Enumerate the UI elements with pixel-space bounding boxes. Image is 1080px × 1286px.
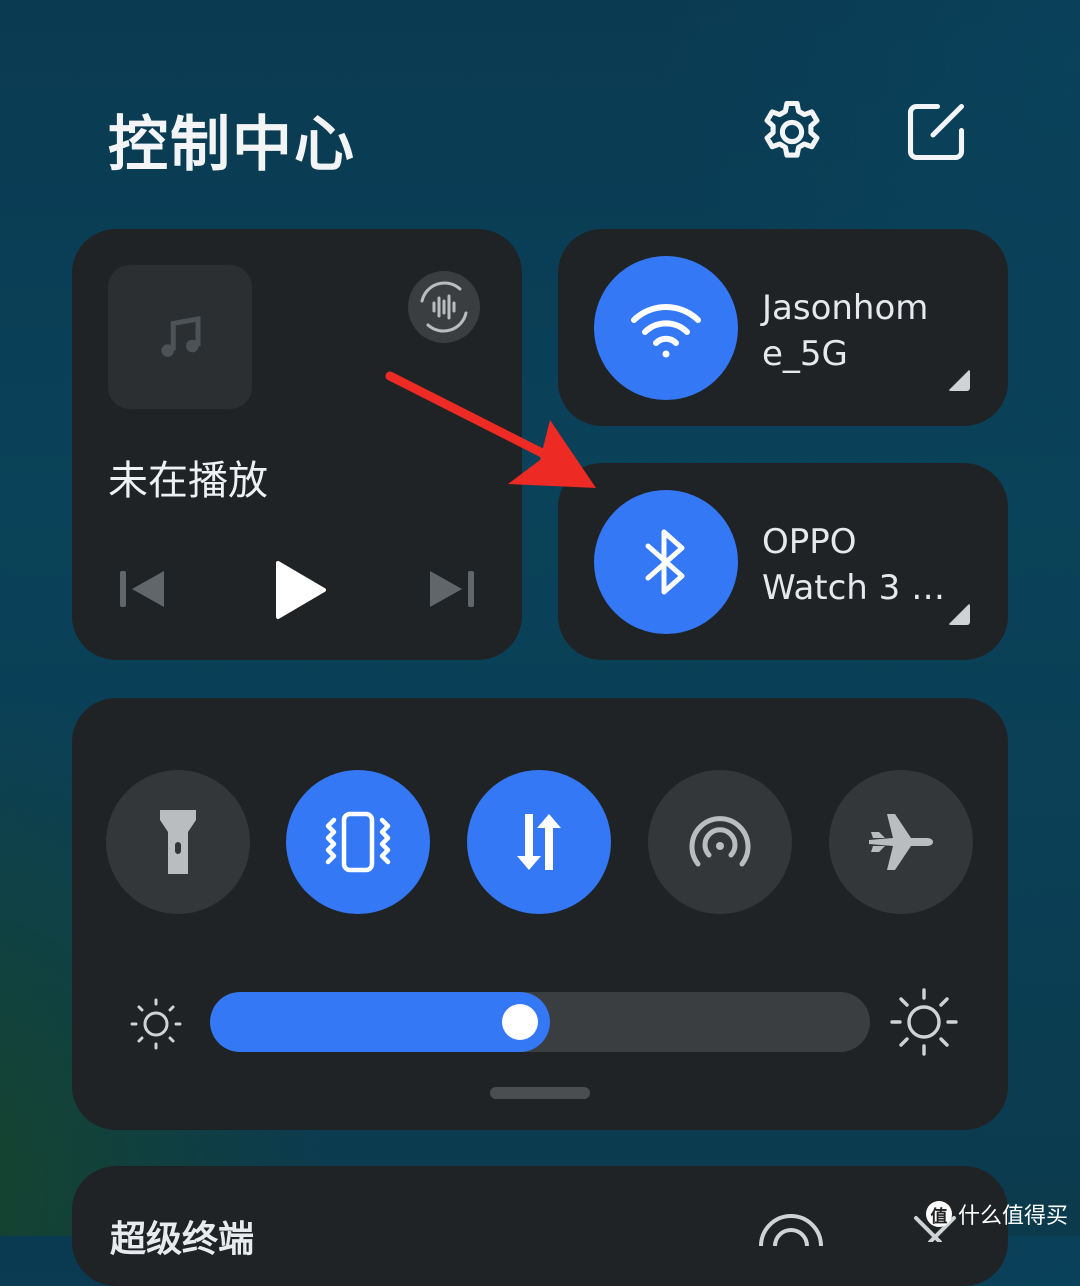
super-terminal-title: 超级终端: [110, 1219, 255, 1260]
brightness-slider-thumb[interactable]: [502, 1004, 538, 1040]
flashlight-toggle[interactable]: [106, 770, 250, 914]
previous-icon[interactable]: [118, 569, 168, 613]
bluetooth-device-line2: Watch 3 …: [762, 568, 946, 608]
bluetooth-card[interactable]: OPPO Watch 3 …: [558, 463, 1008, 660]
bluetooth-icon: [645, 529, 685, 595]
hotspot-toggle[interactable]: [648, 770, 792, 914]
wifi-name-line2: e_5G: [762, 334, 848, 374]
wifi-expand-corner[interactable]: [948, 369, 970, 391]
edit-icon[interactable]: [900, 96, 972, 168]
wifi-name-line1: Jasonhom: [762, 288, 929, 328]
mobile-data-icon: [517, 814, 561, 870]
music-note-icon: [161, 316, 201, 357]
mobile-data-toggle[interactable]: [467, 770, 611, 914]
super-terminal-card[interactable]: 超级终端: [72, 1166, 1008, 1286]
wifi-toggle[interactable]: [594, 256, 738, 400]
watermark: 值 什么值得买: [925, 1198, 1068, 1230]
panel-drag-handle[interactable]: [490, 1087, 590, 1099]
airplane-mode-toggle[interactable]: [829, 770, 973, 914]
media-player-card[interactable]: 未在播放: [72, 229, 522, 660]
album-art: [108, 265, 252, 409]
brightness-high-icon: [888, 986, 960, 1062]
wifi-card[interactable]: Jasonhom e_5G: [558, 229, 1008, 426]
vibrate-icon: [325, 811, 391, 873]
media-status: 未在播放: [108, 458, 268, 504]
quick-toggles-card: [72, 698, 1008, 1130]
gear-icon[interactable]: [756, 96, 828, 168]
watermark-badge: 值: [925, 1201, 952, 1227]
play-icon[interactable]: [274, 561, 326, 623]
flashlight-icon: [160, 810, 196, 874]
brightness-low-icon: [126, 994, 186, 1058]
brightness-slider-fill: [210, 992, 550, 1052]
wifi-icon: [631, 304, 701, 358]
hotspot-icon[interactable]: [756, 1206, 826, 1278]
hotspot-icon: [689, 816, 751, 867]
bluetooth-expand-corner[interactable]: [948, 603, 970, 625]
page-title: 控制中心: [108, 110, 356, 180]
watermark-text: 什么值得买: [957, 1204, 1068, 1229]
vibrate-toggle[interactable]: [286, 770, 430, 914]
brightness-slider[interactable]: [210, 992, 870, 1052]
airplane-icon: [869, 814, 933, 870]
bluetooth-device-line1: OPPO: [762, 522, 857, 562]
next-icon[interactable]: [426, 569, 476, 613]
audio-output-icon[interactable]: [408, 271, 480, 343]
bluetooth-toggle[interactable]: [594, 490, 738, 634]
